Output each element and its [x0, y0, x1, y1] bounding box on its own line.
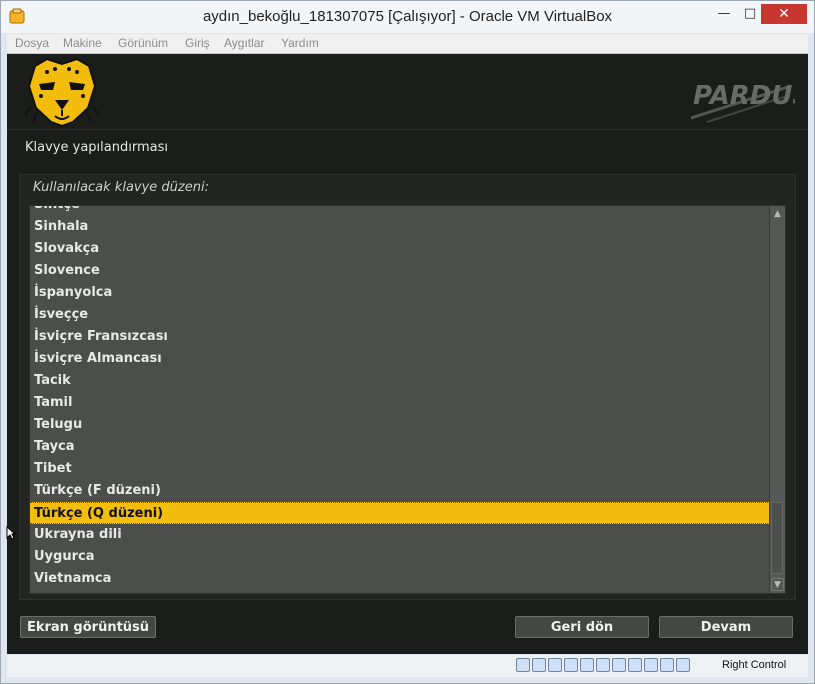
- keyboard-layout-list[interactable]: Sintçe Sinhala Slovakça Slovence İspanyo…: [29, 205, 786, 594]
- list-item[interactable]: Telugu: [30, 414, 770, 436]
- virtualbox-window: aydın_bekoğlu_181307075 [Çalışıyor] - Or…: [0, 0, 815, 684]
- list-item[interactable]: Tayca: [30, 436, 770, 458]
- optical-drive-icon[interactable]: [532, 658, 546, 672]
- list-item[interactable]: Uygurca: [30, 546, 770, 568]
- pardus-wordmark-logo: PARDUS: [690, 81, 795, 123]
- virtualization-icon[interactable]: [644, 658, 658, 672]
- display-icon[interactable]: [612, 658, 626, 672]
- maximize-button[interactable]: □: [740, 5, 760, 23]
- mouse-cursor-icon: [6, 526, 16, 540]
- next-button[interactable]: Devam: [659, 616, 793, 638]
- window-title: aydın_bekoğlu_181307075 [Çalışıyor] - Or…: [202, 8, 613, 25]
- menu-aygitlar[interactable]: Aygıtlar: [224, 36, 264, 50]
- list-item[interactable]: Sintçe: [30, 206, 770, 216]
- list-item[interactable]: İsveççe: [30, 304, 770, 326]
- menu-bar: Dosya Makine Görünüm Giriş Aygıtlar Yard…: [7, 34, 808, 54]
- list-item[interactable]: Tacik: [30, 370, 770, 392]
- audio-icon[interactable]: [548, 658, 562, 672]
- list-item[interactable]: Vietnamca: [30, 568, 770, 590]
- layout-items: Sintçe Sinhala Slovakça Slovence İspanyo…: [30, 206, 770, 590]
- host-key-label: Right Control: [722, 659, 787, 671]
- scroll-down-icon[interactable]: ▼: [771, 578, 784, 591]
- vm-screen[interactable]: PARDUS Klavye yapılandırması Kullanılaca…: [7, 54, 808, 654]
- list-item[interactable]: Tibet: [30, 458, 770, 480]
- screenshot-button[interactable]: Ekran görüntüsü: [20, 616, 156, 638]
- pardus-cheetah-logo: [25, 57, 99, 128]
- list-item[interactable]: Tamil: [30, 392, 770, 414]
- menu-giris[interactable]: Giriş: [185, 36, 210, 50]
- menu-makine[interactable]: Makine: [63, 36, 102, 50]
- keyboard-capture-icon[interactable]: [676, 658, 690, 672]
- network-icon[interactable]: [564, 658, 578, 672]
- list-item[interactable]: İspanyolca: [30, 282, 770, 304]
- svg-text:PARDUS: PARDUS: [693, 81, 795, 111]
- keyboard-layout-panel: Kullanılacak klavye düzeni: Sintçe Sinha…: [19, 174, 796, 600]
- mouse-integration-icon[interactable]: [660, 658, 674, 672]
- minimize-button[interactable]: —: [714, 5, 734, 23]
- list-item[interactable]: Sinhala: [30, 216, 770, 238]
- shared-folders-icon[interactable]: [596, 658, 610, 672]
- panel-label: Kullanılacak klavye düzeni:: [33, 180, 209, 195]
- list-item[interactable]: İsviçre Almancası: [30, 348, 770, 370]
- list-item[interactable]: Türkçe (F düzeni): [30, 480, 770, 502]
- scrollbar-thumb[interactable]: [771, 502, 783, 574]
- page-title: Klavye yapılandırması: [25, 140, 168, 155]
- hard-disk-icon[interactable]: [516, 658, 530, 672]
- status-bar: Right Control: [7, 655, 808, 677]
- status-icons: [516, 658, 692, 674]
- menu-yardim[interactable]: Yardım: [281, 36, 319, 50]
- installer-banner: PARDUS: [7, 54, 808, 130]
- title-bar[interactable]: aydın_bekoğlu_181307075 [Çalışıyor] - Or…: [1, 1, 814, 33]
- menu-gorunum[interactable]: Görünüm: [118, 36, 168, 50]
- list-item[interactable]: Slovence: [30, 260, 770, 282]
- usb-icon[interactable]: [580, 658, 594, 672]
- scroll-up-icon[interactable]: ▲: [771, 208, 784, 221]
- list-item[interactable]: Ukrayna dili: [30, 524, 770, 546]
- menu-dosya[interactable]: Dosya: [15, 36, 49, 50]
- back-button[interactable]: Geri dön: [515, 616, 649, 638]
- close-button[interactable]: ✕: [761, 4, 807, 24]
- list-scrollbar[interactable]: ▲ ▼: [769, 206, 785, 593]
- video-capture-icon[interactable]: [628, 658, 642, 672]
- list-item[interactable]: Slovakça: [30, 238, 770, 260]
- list-item[interactable]: İsviçre Fransızcası: [30, 326, 770, 348]
- list-item-selected[interactable]: Türkçe (Q düzeni): [30, 502, 770, 524]
